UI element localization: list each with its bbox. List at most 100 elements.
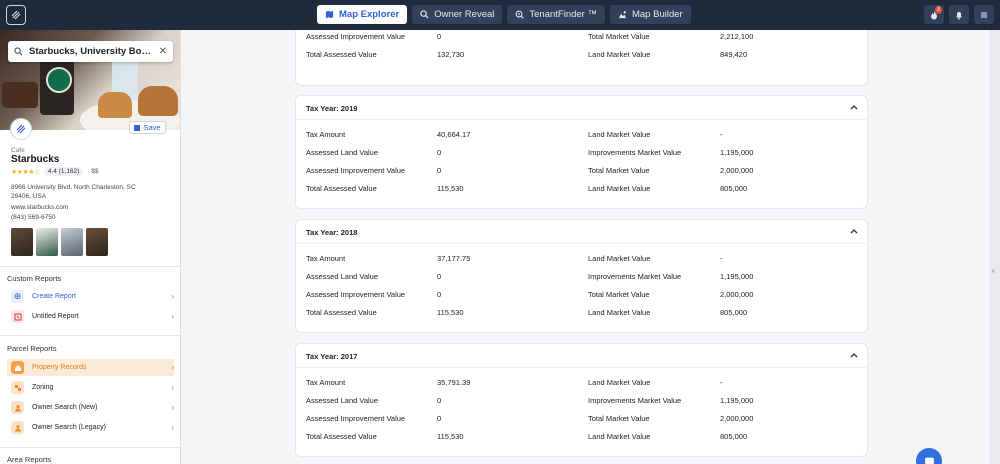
- nav-map-builder[interactable]: Map Builder: [609, 5, 691, 24]
- owner-search-new-item[interactable]: Owner Search (New) ›: [7, 399, 174, 416]
- field-value: 805,000: [720, 432, 748, 441]
- field-value: 115,530: [437, 308, 464, 317]
- top-right-actions: 3: [924, 5, 994, 24]
- place-photo-thumbnail[interactable]: [36, 228, 58, 256]
- divider: [0, 266, 180, 267]
- price-level: · $$: [87, 168, 99, 175]
- nav-map-explorer[interactable]: Map Explorer: [317, 5, 408, 24]
- map-icon: [325, 10, 334, 19]
- nav-tenant-finder[interactable]: TenantFinder ™: [507, 5, 605, 24]
- field-value: 1,195,000: [720, 396, 754, 405]
- chevron-left-icon[interactable]: ‹: [992, 266, 995, 275]
- place-photos: [11, 228, 108, 256]
- field-value: 849,420: [720, 50, 748, 59]
- chevron-right-icon: ›: [171, 383, 174, 392]
- field-value: 0: [437, 148, 442, 157]
- main-nav: Map Explorer Owner Reveal TenantFinder ™…: [317, 5, 691, 24]
- field-label: Land Market Value: [588, 432, 651, 441]
- bell-button[interactable]: [949, 5, 969, 24]
- notification-badge: 3: [934, 6, 942, 14]
- zoning-item[interactable]: Zoning ›: [7, 379, 174, 396]
- plus-icon: ⊕: [11, 290, 24, 303]
- place-phone[interactable]: (843) 569-6750: [11, 214, 55, 221]
- search-input[interactable]: Starbucks, University Boulevar...: [29, 46, 153, 57]
- map-collapse-strip[interactable]: ‹: [990, 30, 1000, 464]
- untitled-report-item[interactable]: Untitled Report ›: [7, 308, 174, 325]
- field-label: Assessed Land Value: [306, 272, 378, 281]
- top-navigation-bar: Map Explorer Owner Reveal TenantFinder ™…: [0, 0, 1000, 30]
- place-photo-thumbnail[interactable]: [11, 228, 33, 256]
- app-logo-icon[interactable]: [6, 5, 26, 25]
- place-photo-thumbnail[interactable]: [61, 228, 83, 256]
- bookmark-icon: [134, 124, 141, 131]
- hamburger-icon: [981, 11, 987, 18]
- search-icon: [14, 47, 23, 56]
- field-label: Total Market Value: [588, 32, 650, 41]
- chevron-right-icon: ›: [171, 423, 174, 432]
- field-label: Land Market Value: [588, 50, 651, 59]
- chevron-up-icon[interactable]: [849, 102, 859, 112]
- field-label: Total Market Value: [588, 166, 650, 175]
- field-label: Land Market Value: [588, 378, 651, 387]
- field-label: Total Market Value: [588, 414, 650, 423]
- property-records-panel[interactable]: Assessed Improvement Value 0 Total Asses…: [181, 30, 990, 464]
- sidebar: Starbucks, University Boulevar... ✕ Save…: [0, 30, 181, 464]
- save-button[interactable]: Save: [129, 121, 166, 134]
- create-report-item[interactable]: ⊕ Create Report ›: [7, 288, 174, 305]
- rating-value: 4.4 (1,162): [43, 167, 84, 176]
- field-label: Assessed Land Value: [306, 148, 378, 157]
- field-value: 805,000: [720, 308, 748, 317]
- field-label: Total Assessed Value: [306, 308, 377, 317]
- chevron-right-icon: ›: [171, 403, 174, 412]
- nav-owner-reveal[interactable]: Owner Reveal: [412, 5, 503, 24]
- zoning-label: Zoning: [32, 384, 54, 391]
- field-value: 2,000,000: [720, 290, 754, 299]
- field-label: Tax Amount: [306, 254, 346, 263]
- chevron-up-icon[interactable]: [849, 350, 859, 360]
- property-records-item[interactable]: Property Records ›: [7, 359, 174, 376]
- tax-year-card-2018: Tax Year: 2018 Tax Amount 37,177.75 Asse…: [295, 219, 868, 333]
- field-label: Total Market Value: [588, 290, 650, 299]
- map-builder-icon: [618, 11, 627, 19]
- bell-icon: [956, 11, 962, 19]
- field-label: Total Assessed Value: [306, 184, 377, 193]
- search-icon: [420, 10, 429, 19]
- owner-search-new-label: Owner Search (New): [32, 404, 98, 411]
- field-value: -: [720, 378, 723, 387]
- owner-icon: [11, 401, 24, 414]
- field-label: Land Market Value: [588, 254, 651, 263]
- untitled-report-label: Untitled Report: [32, 313, 79, 320]
- property-records-icon: [11, 361, 24, 374]
- place-search-bar[interactable]: Starbucks, University Boulevar... ✕: [8, 41, 173, 62]
- chevron-up-icon[interactable]: [849, 226, 859, 236]
- field-value: 805,000: [720, 184, 748, 193]
- field-label: Assessed Improvement Value: [306, 414, 406, 423]
- menu-button[interactable]: [974, 5, 994, 24]
- field-value: 0: [437, 414, 442, 423]
- star-rating-icon: ★★★★☆: [11, 168, 40, 176]
- notifications-alert-button[interactable]: 3: [924, 5, 944, 24]
- field-value: 2,000,000: [720, 166, 754, 175]
- field-label: Assessed Improvement Value: [306, 290, 406, 299]
- create-report-label: Create Report: [32, 293, 76, 300]
- field-value: 132,730: [437, 50, 465, 59]
- place-rating: ★★★★☆ 4.4 (1,162) · $$: [11, 167, 99, 176]
- place-website-link[interactable]: www.starbucks.com: [11, 204, 68, 211]
- field-value: 1,195,000: [720, 272, 754, 281]
- parcel-reports-title: Parcel Reports: [7, 344, 57, 353]
- field-value: -: [720, 130, 723, 139]
- chevron-right-icon: ›: [171, 312, 174, 321]
- nav-owner-reveal-label: Owner Reveal: [434, 9, 495, 20]
- owner-search-legacy-label: Owner Search (Legacy): [32, 424, 106, 431]
- clear-search-icon[interactable]: ✕: [159, 46, 167, 57]
- nav-map-explorer-label: Map Explorer: [339, 9, 400, 20]
- report-icon: [11, 310, 24, 323]
- tax-year-card-2017: Tax Year: 2017 Tax Amount 35,791.39 Asse…: [295, 343, 868, 457]
- field-label: Improvements Market Value: [588, 148, 682, 157]
- owner-search-legacy-item[interactable]: Owner Search (Legacy) ›: [7, 419, 174, 436]
- field-label: Total Assessed Value: [306, 50, 377, 59]
- divider: [0, 447, 180, 448]
- place-photo-thumbnail[interactable]: [86, 228, 108, 256]
- area-reports-title: Area Reports: [7, 455, 52, 464]
- field-value: 0: [437, 396, 442, 405]
